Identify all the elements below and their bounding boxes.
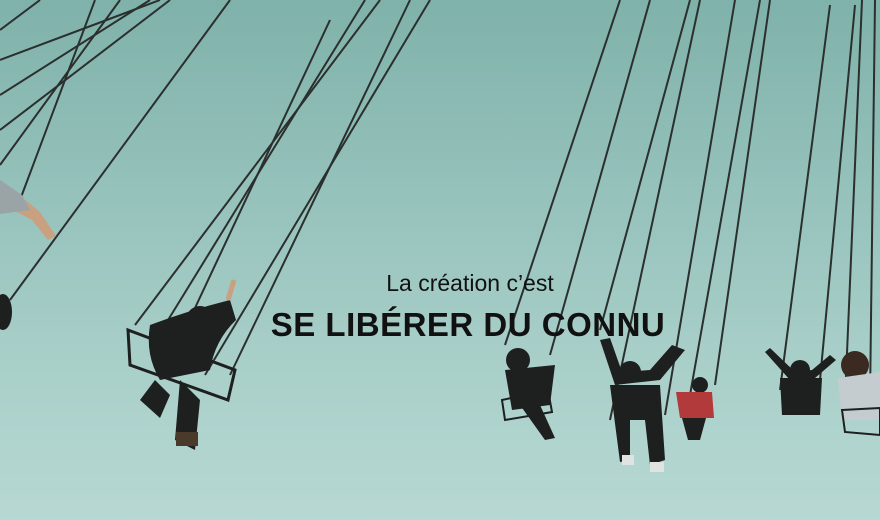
chain-swing-photo: La création c’est SE LIBÉRER DU CONNU xyxy=(0,0,880,520)
riders-right xyxy=(500,338,880,472)
swing-ride-illustration xyxy=(0,0,880,472)
chains-left xyxy=(0,0,231,301)
chains-right xyxy=(504,0,876,421)
caption-line-2: SE LIBÉRER DU CONNU xyxy=(270,306,666,343)
caption-line-1: La création c’est xyxy=(386,270,554,296)
